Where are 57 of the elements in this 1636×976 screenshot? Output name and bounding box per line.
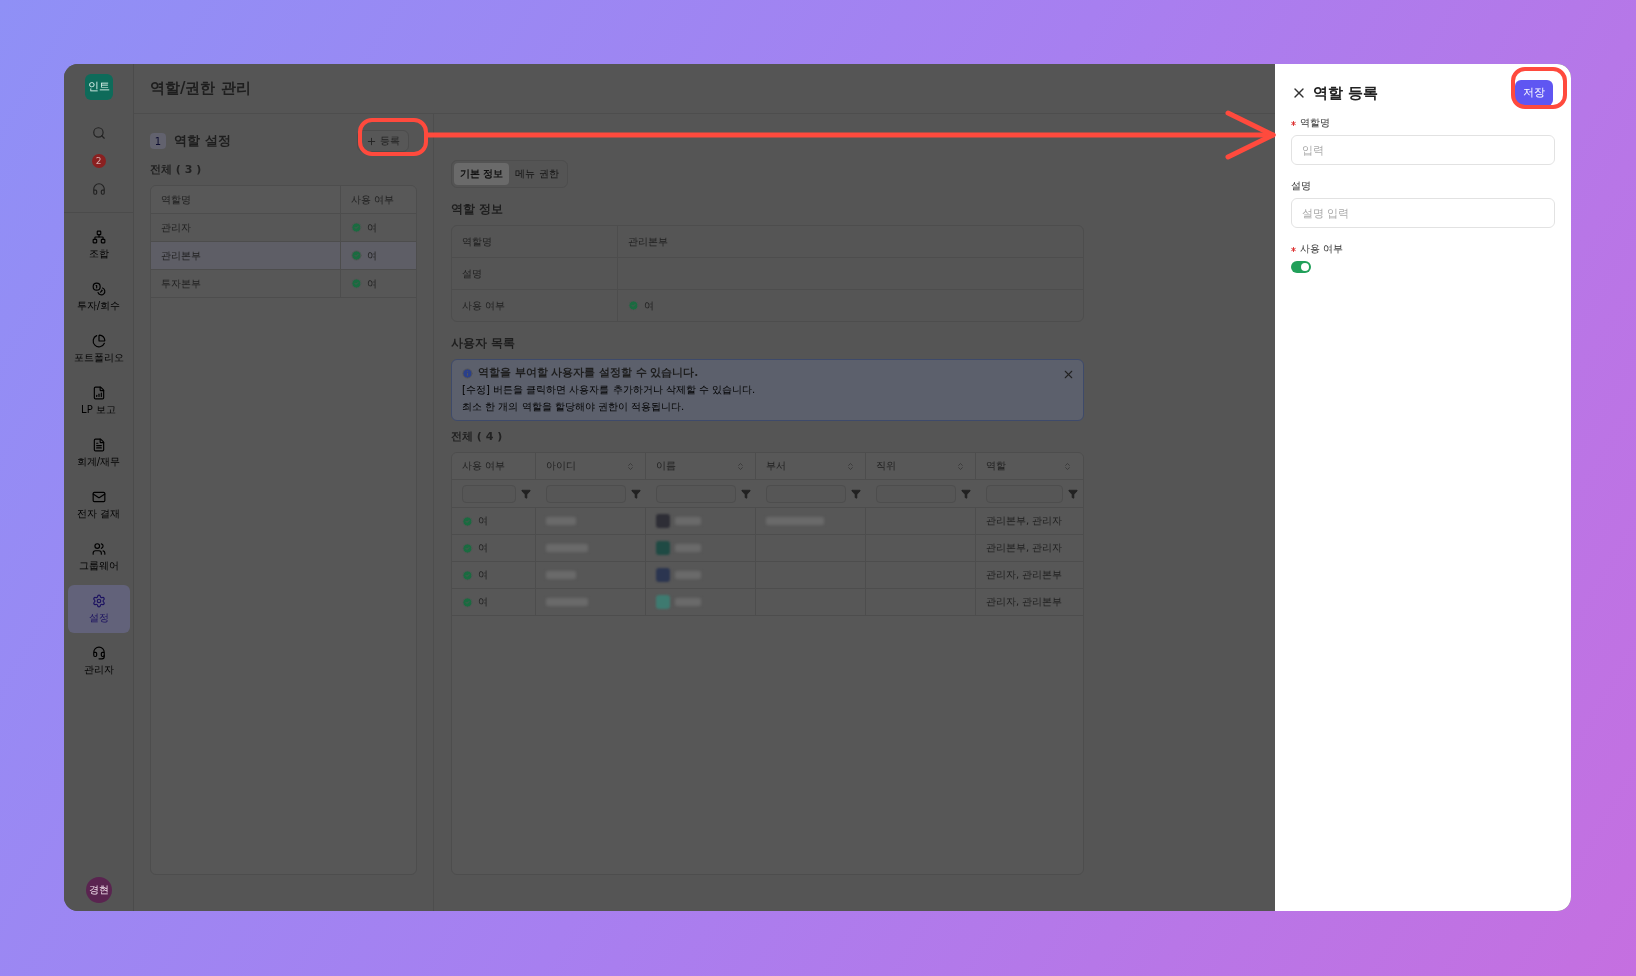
report-icon bbox=[91, 385, 106, 400]
sidebar-item[interactable]: 관리자 bbox=[67, 637, 130, 685]
pie-chart-icon bbox=[91, 333, 106, 348]
save-button[interactable]: 저장 bbox=[1515, 80, 1553, 106]
users-icon bbox=[91, 541, 106, 556]
sort-icon[interactable] bbox=[626, 461, 635, 471]
input-field[interactable]: 입력 bbox=[1291, 135, 1555, 165]
headset-icon bbox=[91, 645, 106, 660]
info-icon bbox=[462, 367, 473, 379]
role-row[interactable]: 관리본부 여 bbox=[151, 242, 416, 270]
sort-icon[interactable] bbox=[736, 461, 745, 471]
sort-icon[interactable] bbox=[846, 461, 855, 471]
filter-icon[interactable] bbox=[961, 488, 971, 499]
user-avatar[interactable]: 경현 bbox=[85, 877, 112, 903]
sidebar-item[interactable]: 조합 bbox=[67, 221, 130, 269]
sidebar-item[interactable]: 전자 결재 bbox=[67, 481, 130, 529]
field-label: 사용 여부 bbox=[1300, 242, 1344, 256]
filter-icon[interactable] bbox=[631, 488, 641, 499]
sort-icon[interactable] bbox=[1063, 461, 1072, 471]
tab[interactable]: 기본 정보 bbox=[454, 163, 510, 185]
notice-title: 역할을 부여할 사용자를 설정할 수 있습니다. bbox=[478, 366, 699, 380]
notice-text: [수정] 버튼을 클릭하면 사용자를 추가하거나 삭제할 수 있습니다. bbox=[462, 383, 757, 397]
required-icon bbox=[1291, 120, 1296, 126]
status-text: 여 bbox=[367, 248, 377, 263]
plus-icon bbox=[366, 135, 377, 147]
notice-text: 최소 한 개의 역할을 할당해야 권한이 적용됩니다. bbox=[462, 400, 686, 414]
field-label: 설명 bbox=[1291, 179, 1311, 193]
search-icon[interactable] bbox=[91, 126, 106, 140]
section-title: 역할 정보 bbox=[451, 202, 504, 217]
settings-icon bbox=[91, 593, 106, 608]
required-icon bbox=[1291, 246, 1296, 252]
input-field[interactable]: 설명 입력 bbox=[1291, 198, 1555, 228]
sidebar-item[interactable]: 설정 bbox=[67, 585, 130, 633]
filter-icon[interactable] bbox=[741, 488, 751, 499]
sidebar-item[interactable]: 그룹웨어 bbox=[67, 533, 130, 581]
sidebar-item[interactable]: 포트폴리오 bbox=[67, 325, 130, 373]
sidebar-item[interactable]: 회계/재무 bbox=[67, 429, 130, 477]
sort-icon[interactable] bbox=[956, 461, 965, 471]
document-icon bbox=[91, 437, 106, 452]
drawer-title: 역할 등록 bbox=[1313, 83, 1379, 103]
headphones-icon[interactable] bbox=[91, 182, 106, 196]
app-logo: 인트 bbox=[84, 74, 113, 100]
filter-icon[interactable] bbox=[1068, 488, 1078, 499]
highlight-ring bbox=[358, 118, 428, 156]
role-name: 관리본부 bbox=[161, 248, 201, 263]
network-icon bbox=[91, 229, 106, 244]
field-label: 역할명 bbox=[1300, 116, 1330, 130]
filter-icon[interactable] bbox=[521, 488, 531, 499]
coins-icon bbox=[91, 281, 106, 296]
mail-icon bbox=[91, 489, 106, 504]
toggle-switch[interactable] bbox=[1291, 261, 1311, 273]
notification-badge[interactable]: 2 bbox=[91, 154, 106, 168]
sidebar-item[interactable]: 투자/회수 bbox=[67, 273, 130, 321]
highlight-ring bbox=[1511, 67, 1567, 109]
sidebar-item[interactable]: LP 보고 bbox=[67, 377, 130, 425]
step-number: 1 bbox=[150, 133, 166, 149]
filter-icon[interactable] bbox=[851, 488, 861, 499]
